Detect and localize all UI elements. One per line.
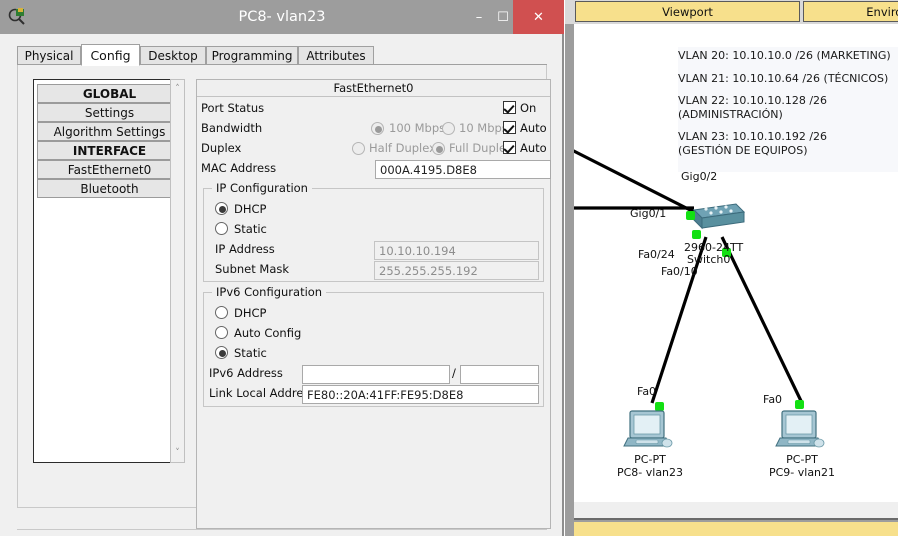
device-model-pc8: PC-PT [634,453,666,466]
link-status-dot [686,211,695,220]
ipv6-configuration-title: IPv6 Configuration [212,285,327,299]
ipv6-auto-config-label: Auto Config [234,326,302,340]
sidebar-item-global[interactable]: GLOBAL [37,84,182,103]
device-config-dialog: PC8- vlan23 – ☐ ✕ Physical Config Deskto… [0,0,564,536]
bandwidth-10-radio[interactable] [442,122,455,135]
dialog-body: Physical Config Desktop Programming Attr… [0,34,562,536]
ipv6-dhcp-radio[interactable] [215,306,228,319]
port-label-gig0-2: Gig0/2 [681,170,718,183]
ipv6-prefix-separator: / [452,366,456,380]
duplex-label: Duplex [201,141,242,155]
sidebar-item-bluetooth[interactable]: Bluetooth [37,179,182,198]
port-label-fa0-pc9: Fa0 [763,393,783,406]
workspace-bottom-panel [574,502,898,520]
bandwidth-100-label: 100 Mbps [389,121,446,135]
tab-config[interactable]: Config [81,44,140,66]
ipv6-dhcp-label: DHCP [234,306,267,320]
tab-environment[interactable]: Environment [803,1,898,22]
workspace-bottom-accent [574,522,898,536]
tab-viewport[interactable]: Viewport [575,1,800,22]
interface-config-pane: FastEthernet0 Port Status On Bandwidth 1… [196,79,551,529]
port-status-on-label: On [520,101,537,115]
config-pane-header: FastEthernet0 [197,80,550,97]
config-sidebar-list[interactable]: GLOBAL Settings Algorithm Settings INTER… [33,79,185,463]
ipv6-configuration-group: IPv6 Configuration DHCP Auto Config Stat… [203,285,544,407]
ipv4-subnet-mask-field[interactable]: 255.255.255.192 [374,261,539,280]
ipv6-static-label: Static [234,346,267,360]
port-label-gig0-1: Gig0/1 [630,207,667,220]
ipv6-static-radio[interactable] [215,346,228,359]
bandwidth-10-label: 10 Mbps [459,121,508,135]
duplex-half-radio[interactable] [352,142,365,155]
link-status-dot [692,230,701,239]
sidebar-item-algorithm-settings[interactable]: Algorithm Settings [37,122,182,141]
sidebar-scrollbar[interactable]: ˄ ˅ [170,79,185,463]
duplex-half-label: Half Duplex [369,141,436,155]
port-label-fa0-24: Fa0/24 [638,248,675,261]
ipv4-dhcp-radio[interactable] [215,202,228,215]
sidebar-item-fastethernet0[interactable]: FastEthernet0 [37,160,182,179]
device-label-pc9: PC9- vlan21 [768,466,836,479]
ip-configuration-group: IP Configuration DHCP Static IP Address … [203,181,544,282]
workspace-rail-side [565,24,574,502]
tab-programming[interactable]: Programming [206,46,298,65]
logical-topology-canvas[interactable]: VLAN 20: 10.10.10.0 /26 (MARKETING) VLAN… [574,25,898,502]
pc-icon-pc9[interactable] [774,408,830,452]
ipv4-static-label: Static [234,222,267,236]
tab-physical[interactable]: Physical [17,46,81,65]
ipv6-auto-config-radio[interactable] [215,326,228,339]
pc-icon-pc8[interactable] [622,408,678,452]
bandwidth-100-radio[interactable] [371,122,384,135]
mac-address-label: MAC Address [201,161,277,175]
ipv4-address-field[interactable]: 10.10.10.194 [374,241,539,260]
link-local-address-field[interactable]: FE80::20A:41FF:FE95:D8E8 [302,385,539,404]
sidebar-item-settings[interactable]: Settings [37,103,182,122]
tab-attributes[interactable]: Attributes [298,46,374,65]
bandwidth-auto-label: Auto [520,121,547,135]
ipv6-address-label: IPv6 Address [209,366,283,380]
bandwidth-label: Bandwidth [201,121,263,135]
device-model-pc9: PC-PT [786,453,818,466]
device-label-switch0: Switch0 [687,253,731,266]
ipv4-static-radio[interactable] [215,222,228,235]
duplex-auto-label: Auto [520,141,547,155]
mac-address-field[interactable]: 000A.4195.D8E8 [375,160,551,179]
sidebar-item-interface[interactable]: INTERFACE [37,141,182,160]
workspace-bottom-bar [565,502,898,536]
close-button[interactable]: ✕ [513,0,564,34]
port-status-label: Port Status [201,101,265,115]
dialog-separator [17,529,547,530]
workspace-toolbar: Viewport Environment [565,0,898,24]
dialog-titlebar[interactable]: PC8- vlan23 – ☐ ✕ [0,0,564,34]
chevron-up-icon[interactable]: ˄ [171,82,184,96]
port-label-fa0-10: Fa0/10 [661,265,698,278]
duplex-auto-checkbox[interactable] [503,141,516,154]
device-label-pc8: PC8- vlan23 [616,466,684,479]
ipv4-address-label: IP Address [215,242,275,256]
port-status-checkbox[interactable] [503,101,516,114]
chevron-down-icon[interactable]: ˅ [171,446,184,460]
ip-configuration-title: IP Configuration [212,181,312,195]
ipv6-address-field[interactable] [302,365,450,384]
ipv4-dhcp-label: DHCP [234,202,267,216]
ipv6-prefix-field[interactable] [460,365,539,384]
dialog-tabstrip: Physical Config Desktop Programming Attr… [17,44,547,66]
ipv4-subnet-mask-label: Subnet Mask [215,262,290,276]
port-label-fa0-pc8: Fa0 [637,385,657,398]
bandwidth-auto-checkbox[interactable] [503,121,516,134]
duplex-full-radio[interactable] [432,142,445,155]
tab-desktop[interactable]: Desktop [140,46,206,65]
config-tab-panel: GLOBAL Settings Algorithm Settings INTER… [17,65,551,529]
